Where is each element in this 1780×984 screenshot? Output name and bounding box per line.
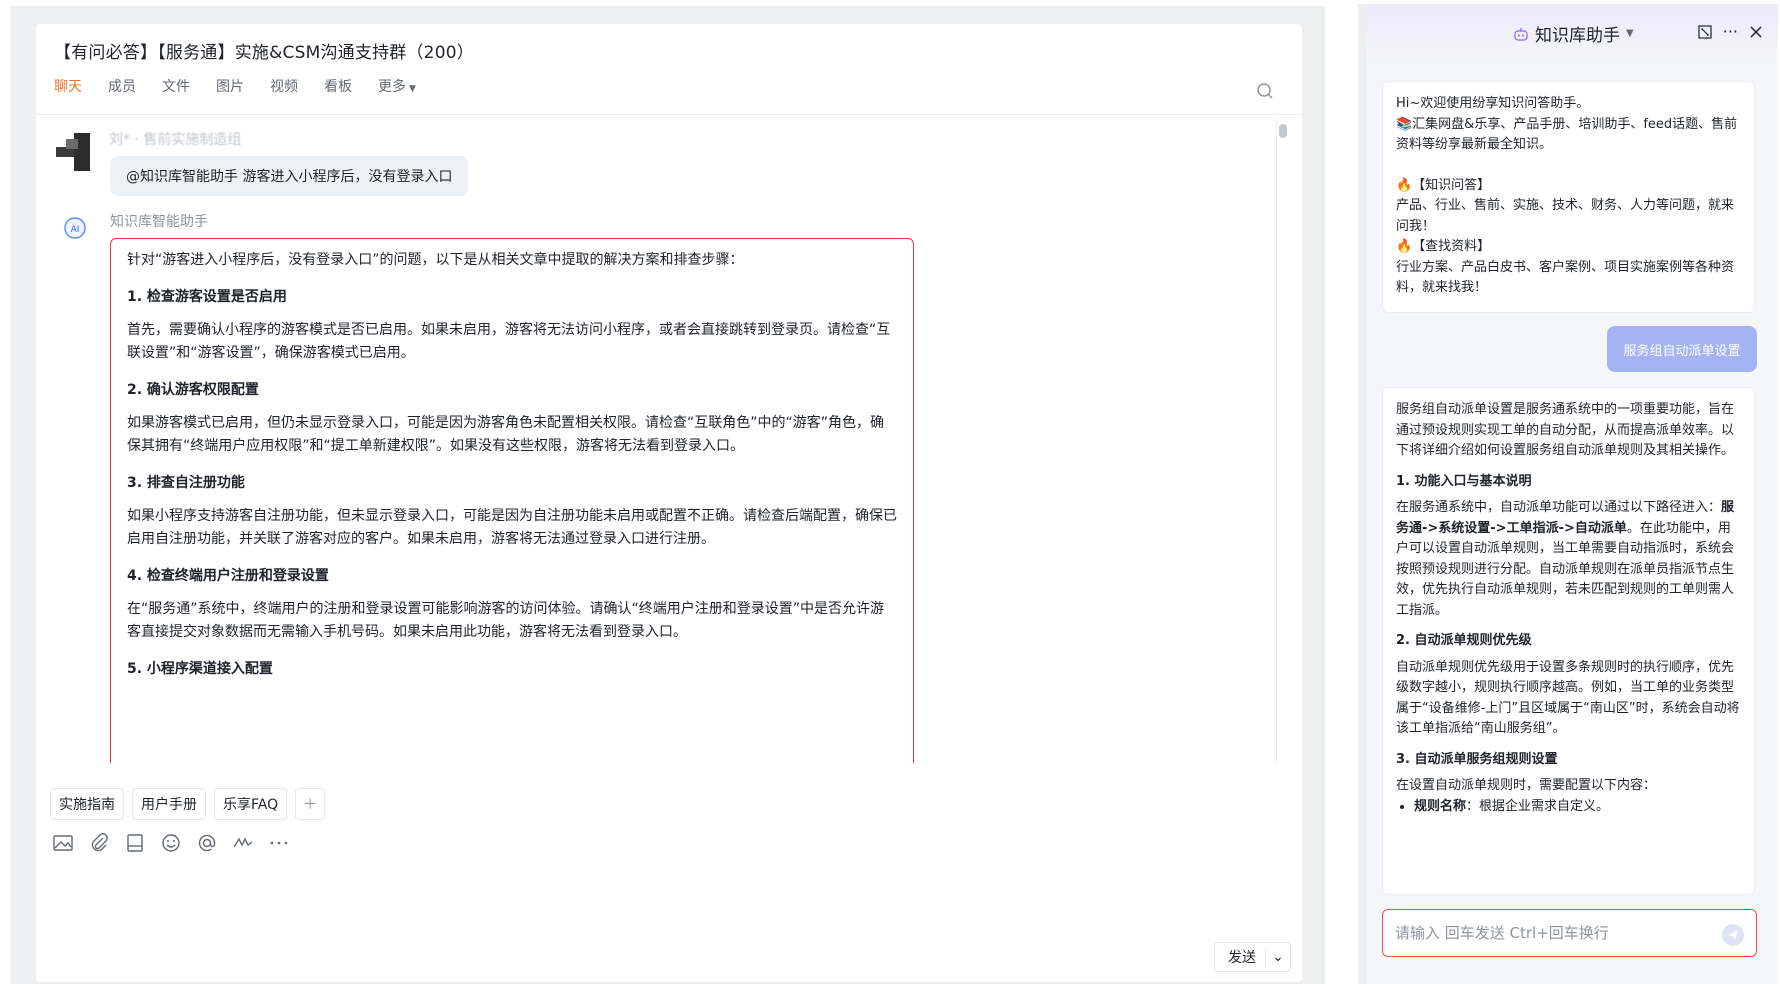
message-sender: 刘* · 售前实施制造组 [109, 132, 242, 148]
user-avatar[interactable] [56, 133, 94, 171]
step-title: 1. 检查游客设置是否启用 [127, 289, 287, 305]
mention-icon[interactable] [196, 832, 218, 854]
answer-section-title: 2. 自动派单规则优先级 [1396, 633, 1532, 648]
tab-chat[interactable]: 聊天 [54, 76, 82, 96]
assistant-input-box [1382, 909, 1757, 957]
tab-files[interactable]: 文件 [162, 76, 190, 96]
answer-card: 服务组自动派单设置是服务通系统中的一项重要功能，旨在通过预设规则实现工单的自动分… [1382, 387, 1755, 895]
ai-assistant-icon[interactable]: AI [62, 215, 88, 241]
answer-section-body: 在服务通系统中，自动派单功能可以通过以下路径进入：服务通->系统设置->工单指派… [1396, 498, 1741, 621]
welcome-section-body: 产品、行业、售前、实施、技术、财务、人力等问题，就来问我！ [1396, 198, 1735, 234]
welcome-line: 📚汇集网盘&乐享、产品手册、培训助手、feed话题、售前资料等纷享最新最全知识。 [1396, 116, 1738, 153]
screen: 【有问必答】【服务通】实施&CSM沟通支持群（200） 聊天 成员 文件 图片 … [0, 0, 1780, 984]
chip-user-manual[interactable]: 用户手册 [132, 788, 206, 820]
message-bubble: @知识库智能助手 游客进入小程序后，没有登录入口 [110, 156, 469, 196]
chevron-down-icon[interactable]: ⌄ [1266, 949, 1290, 965]
step-title: 3. 排查自注册功能 [127, 475, 245, 491]
answer-intro: 针对“游客进入小程序后，没有登录入口”的问题，以下是从相关文章中提取的解决方案和… [127, 252, 744, 268]
chip-implementation-guide[interactable]: 实施指南 [50, 788, 124, 820]
chat-window: 【有问必答】【服务通】实施&CSM沟通支持群（200） 聊天 成员 文件 图片 … [36, 24, 1302, 982]
welcome-line: Hi~欢迎使用纷享知识问答助手。 [1396, 96, 1590, 111]
expand-icon[interactable] [1697, 24, 1713, 40]
answer-section-title: 1. 功能入口与基本说明 [1396, 473, 1532, 489]
chat-title-text: 【有问必答】【服务通】实施&CSM沟通支持群（200） [54, 43, 474, 63]
signature-icon[interactable] [232, 832, 254, 854]
header-actions: ··· [1697, 22, 1764, 41]
add-chip-button[interactable]: ＋ [295, 788, 326, 820]
list-item-text: ：根据企业需求自定义。 [1466, 798, 1610, 814]
more-icon[interactable]: ··· [1723, 22, 1738, 41]
welcome-card: Hi~欢迎使用纷享知识问答助手。 📚汇集网盘&乐享、产品手册、培训助手、feed… [1382, 81, 1755, 313]
step-body: 在“服务通”系统中，终端用户的注册和登录设置可能影响游客的访问体验。请确认“终端… [127, 601, 885, 640]
quick-chips: 实施指南 用户手册 乐享FAQ ＋ [50, 788, 326, 820]
step-title: 2. 确认游客权限配置 [127, 382, 259, 398]
robot-icon [1514, 27, 1528, 41]
message-list: 刘* · 售前实施制造组 @知识库智能助手 游客进入小程序后，没有登录入口 AI… [36, 115, 1272, 763]
answer-intro: 服务组自动派单设置是服务通系统中的一项重要功能，旨在通过预设规则实现工单的自动分… [1396, 402, 1735, 458]
step-title: 4. 检查终端用户注册和登录设置 [127, 568, 329, 584]
send-icon[interactable] [1722, 924, 1744, 946]
answer-list: 规则名称：根据企业需求自定义。 [1396, 797, 1741, 818]
list-item-label: 规则名称 [1414, 798, 1467, 814]
scrollbar[interactable] [1276, 118, 1288, 764]
panel-edge [1358, 4, 1367, 984]
chevron-down-icon: ▼ [409, 84, 416, 94]
answer-section-body: 自动派单规则优先级用于设置多条规则时的执行顺序，优先级数字越小，规则执行顺序越高… [1396, 659, 1740, 737]
search-icon[interactable] [1256, 82, 1274, 100]
attachment-icon[interactable] [88, 832, 110, 854]
screenshot-icon[interactable] [124, 832, 146, 854]
welcome-section-body: 行业方案、产品白皮书、客户案例、项目实施案例等各种资料，就来找我！ [1396, 259, 1735, 296]
assistant-title-text: 知识库助手 [1535, 26, 1620, 46]
svg-text:AI: AI [71, 225, 80, 235]
welcome-section-title: 🔥【知识问答】 [1396, 177, 1491, 193]
step-body: 如果小程序支持游客自注册功能，但未显示登录入口，可能是因为自注册功能未启用或配置… [127, 508, 897, 547]
answer-text: 在服务通系统中，自动派单功能可以通过以下路径进入： [1396, 500, 1722, 515]
assistant-title[interactable]: 知识库助手 ▼ [1513, 21, 1634, 46]
chip-faq[interactable]: 乐享FAQ [214, 788, 288, 820]
close-icon[interactable] [1748, 24, 1764, 40]
tab-members[interactable]: 成员 [108, 76, 136, 96]
assistant-panel: 知识库助手 ▼ ··· Hi~欢迎使用纷享知识问答助手。 📚汇集网盘&乐享、产品… [1367, 4, 1778, 984]
composer-toolbar [52, 832, 290, 854]
scrollbar-thumb[interactable] [1279, 124, 1287, 138]
chevron-down-icon: ▼ [1626, 28, 1634, 39]
answer-section-title: 3. 自动派单服务组规则设置 [1396, 751, 1558, 767]
chat-title: 【有问必答】【服务通】实施&CSM沟通支持群（200） [54, 38, 474, 63]
answer-section-body: 在设置自动派单规则时，需要配置以下内容： [1396, 778, 1657, 793]
chat-window-backdrop: 【有问必答】【服务通】实施&CSM沟通支持群（200） 聊天 成员 文件 图片 … [10, 6, 1325, 984]
step-title: 5. 小程序渠道接入配置 [127, 661, 273, 677]
assistant-header: 知识库助手 ▼ ··· [1367, 4, 1778, 64]
assistant-input[interactable] [1395, 924, 1715, 942]
emoji-icon[interactable] [160, 832, 182, 854]
list-item: 规则名称：根据企业需求自定义。 [1414, 797, 1741, 818]
more-icon[interactable] [268, 832, 290, 854]
image-icon[interactable] [52, 832, 74, 854]
send-button-label: 发送 [1228, 950, 1256, 966]
welcome-section-title: 🔥【查找资料】 [1396, 239, 1491, 254]
chat-tabs: 聊天 成员 文件 图片 视频 看板 更多 ▼ [54, 76, 442, 96]
bot-answer: 针对“游客进入小程序后，没有登录入口”的问题，以下是从相关文章中提取的解决方案和… [110, 238, 914, 763]
bot-sender: 知识库智能助手 [110, 214, 208, 230]
tab-more[interactable]: 更多 ▼ [378, 76, 416, 96]
step-body: 如果游客模式已启用，但仍未显示登录入口，可能是因为游客角色未配置相关权限。请检查… [127, 415, 885, 454]
tab-board[interactable]: 看板 [324, 76, 352, 96]
tab-videos[interactable]: 视频 [270, 76, 298, 96]
tab-images[interactable]: 图片 [216, 76, 244, 96]
user-question-bubble: 服务组自动派单设置 [1607, 326, 1757, 372]
step-body: 首先，需要确认小程序的游客模式是否已启用。如果未启用，游客将无法访问小程序，或者… [127, 322, 891, 361]
send-button[interactable]: 发送 ⌄ [1214, 942, 1291, 972]
tab-more-label: 更多 [378, 79, 406, 95]
